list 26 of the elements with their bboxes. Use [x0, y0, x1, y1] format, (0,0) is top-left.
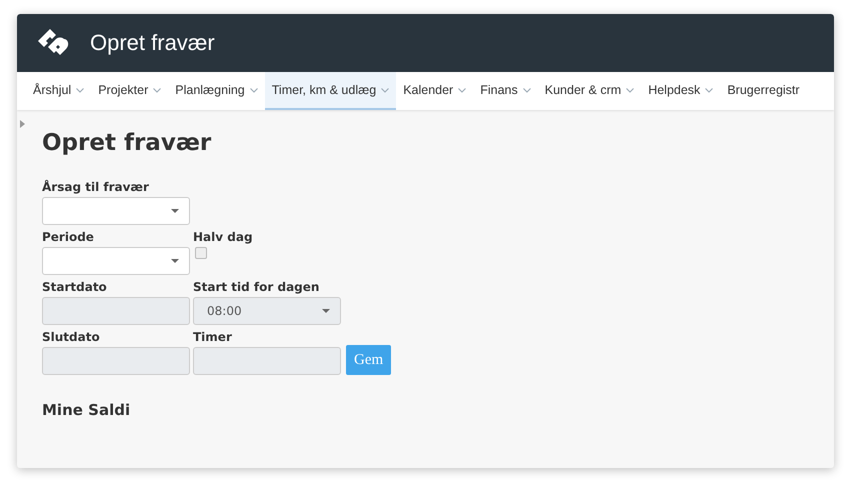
nav-menu-item[interactable]: Kalender: [396, 72, 474, 110]
dropdown-field[interactable]: [42, 247, 190, 275]
page-heading: Opret fravær: [42, 130, 212, 156]
nav-menu-item[interactable]: Brugerregistr: [720, 72, 800, 110]
field-label: Årsag til fravær: [42, 180, 150, 194]
field-label: Timer: [193, 330, 233, 344]
nav-menu-item[interactable]: Planlægning: [168, 72, 265, 110]
field-label: Start tid for dagen: [193, 280, 320, 294]
checkbox[interactable]: [195, 247, 207, 259]
nav-menu-item[interactable]: Helpdesk: [641, 72, 720, 110]
nav-menu-item[interactable]: Timer, km & udlæg: [264, 72, 396, 110]
dropdown-arrow-icon: [171, 259, 179, 263]
nav-menu-item[interactable]: Årshjul: [26, 72, 92, 110]
field-label: Halv dag: [193, 230, 254, 244]
section-heading: Mine Saldi: [42, 401, 132, 419]
app-title: Opret fravær: [90, 30, 215, 56]
nav-menu-item[interactable]: Projekter: [91, 72, 168, 110]
dropdown-arrow-icon: [322, 309, 330, 313]
nav-menu-item[interactable]: Kunder & crm: [538, 72, 642, 110]
dropdown-arrow-icon: [171, 209, 179, 213]
nav-menu-item[interactable]: Finans: [473, 72, 538, 110]
expand-triangle-icon[interactable]: [20, 120, 25, 128]
dropdown-field[interactable]: [42, 197, 190, 225]
field-label: Periode: [42, 230, 95, 244]
field-label: Slutdato: [42, 330, 101, 344]
field-label: Startdato: [42, 280, 108, 294]
